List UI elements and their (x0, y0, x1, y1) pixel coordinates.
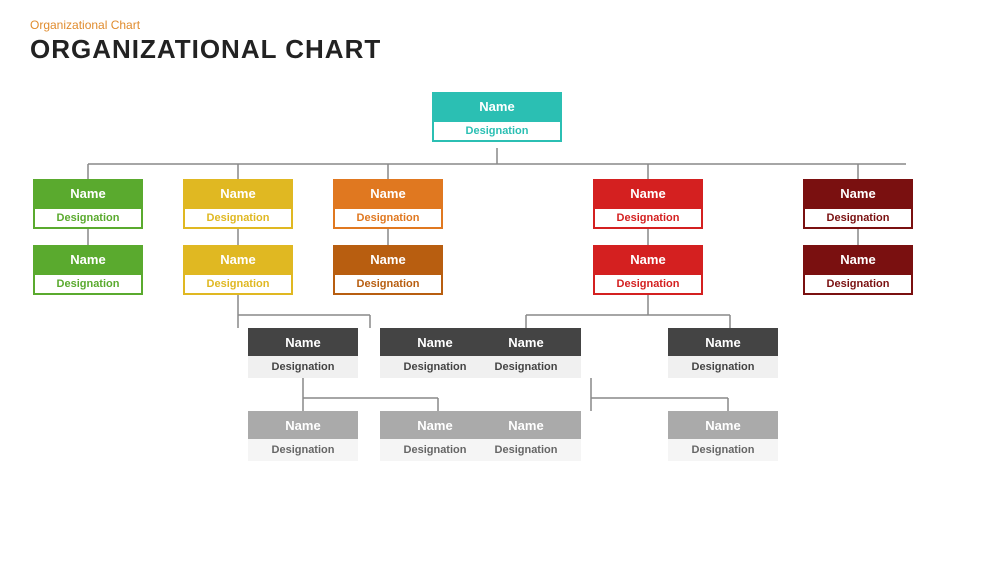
node-designation: Designation (668, 439, 778, 461)
page: Organizational Chart ORGANIZATIONAL CHAR… (0, 0, 1000, 563)
node-l2b-darkred: Name Designation (803, 245, 913, 295)
node-name: Name (183, 245, 293, 273)
node-name: Name (33, 179, 143, 207)
node-l2-darkred: Name Designation (803, 179, 913, 229)
node-designation: Designation (593, 207, 703, 229)
node-name: Name (471, 411, 581, 439)
node-designation: Designation (333, 273, 443, 295)
page-subtitle: Organizational Chart (30, 18, 970, 32)
node-designation: Designation (183, 207, 293, 229)
node-designation: Designation (471, 439, 581, 461)
node-designation: Designation (668, 356, 778, 378)
header: Organizational Chart ORGANIZATIONAL CHAR… (0, 0, 1000, 71)
node-designation: Designation (33, 207, 143, 229)
node-designation: Designation (593, 273, 703, 295)
connector-lines (0, 80, 1000, 570)
node-name: Name (248, 328, 358, 356)
node-l2b-darkorange: Name Designation (333, 245, 443, 295)
node-l4-left1: Name Designation (248, 411, 358, 461)
node-l2-red: Name Designation (593, 179, 703, 229)
node-l4-right1: Name Designation (471, 411, 581, 461)
node-designation: Designation (248, 356, 358, 378)
node-designation: Designation (803, 273, 913, 295)
node-designation: Designation (333, 207, 443, 229)
node-l2-yellow: Name Designation (183, 179, 293, 229)
node-l2b-green: Name Designation (33, 245, 143, 295)
node-name: Name (668, 328, 778, 356)
node-root-name: Name (432, 92, 562, 120)
node-designation: Designation (248, 439, 358, 461)
node-name: Name (803, 245, 913, 273)
node-designation: Designation (183, 273, 293, 295)
node-l2b-yellow: Name Designation (183, 245, 293, 295)
node-name: Name (248, 411, 358, 439)
node-name: Name (333, 179, 443, 207)
node-l2b-red: Name Designation (593, 245, 703, 295)
node-l3-right1: Name Designation (471, 328, 581, 378)
page-title: ORGANIZATIONAL CHART (30, 34, 970, 65)
node-name: Name (803, 179, 913, 207)
node-name: Name (183, 179, 293, 207)
node-name: Name (33, 245, 143, 273)
node-designation: Designation (33, 273, 143, 295)
node-l3-left1: Name Designation (248, 328, 358, 378)
node-l2-orange: Name Designation (333, 179, 443, 229)
node-l2-green: Name Designation (33, 179, 143, 229)
node-designation: Designation (803, 207, 913, 229)
node-name: Name (471, 328, 581, 356)
node-l4-right2: Name Designation (668, 411, 778, 461)
node-name: Name (333, 245, 443, 273)
node-name: Name (668, 411, 778, 439)
node-l3-right2: Name Designation (668, 328, 778, 378)
node-name: Name (593, 245, 703, 273)
node-root-designation: Designation (432, 120, 562, 142)
node-designation: Designation (471, 356, 581, 378)
org-chart: Name Designation Name Designation Name D… (0, 80, 1000, 570)
node-name: Name (593, 179, 703, 207)
node-root: Name Designation (432, 92, 562, 142)
